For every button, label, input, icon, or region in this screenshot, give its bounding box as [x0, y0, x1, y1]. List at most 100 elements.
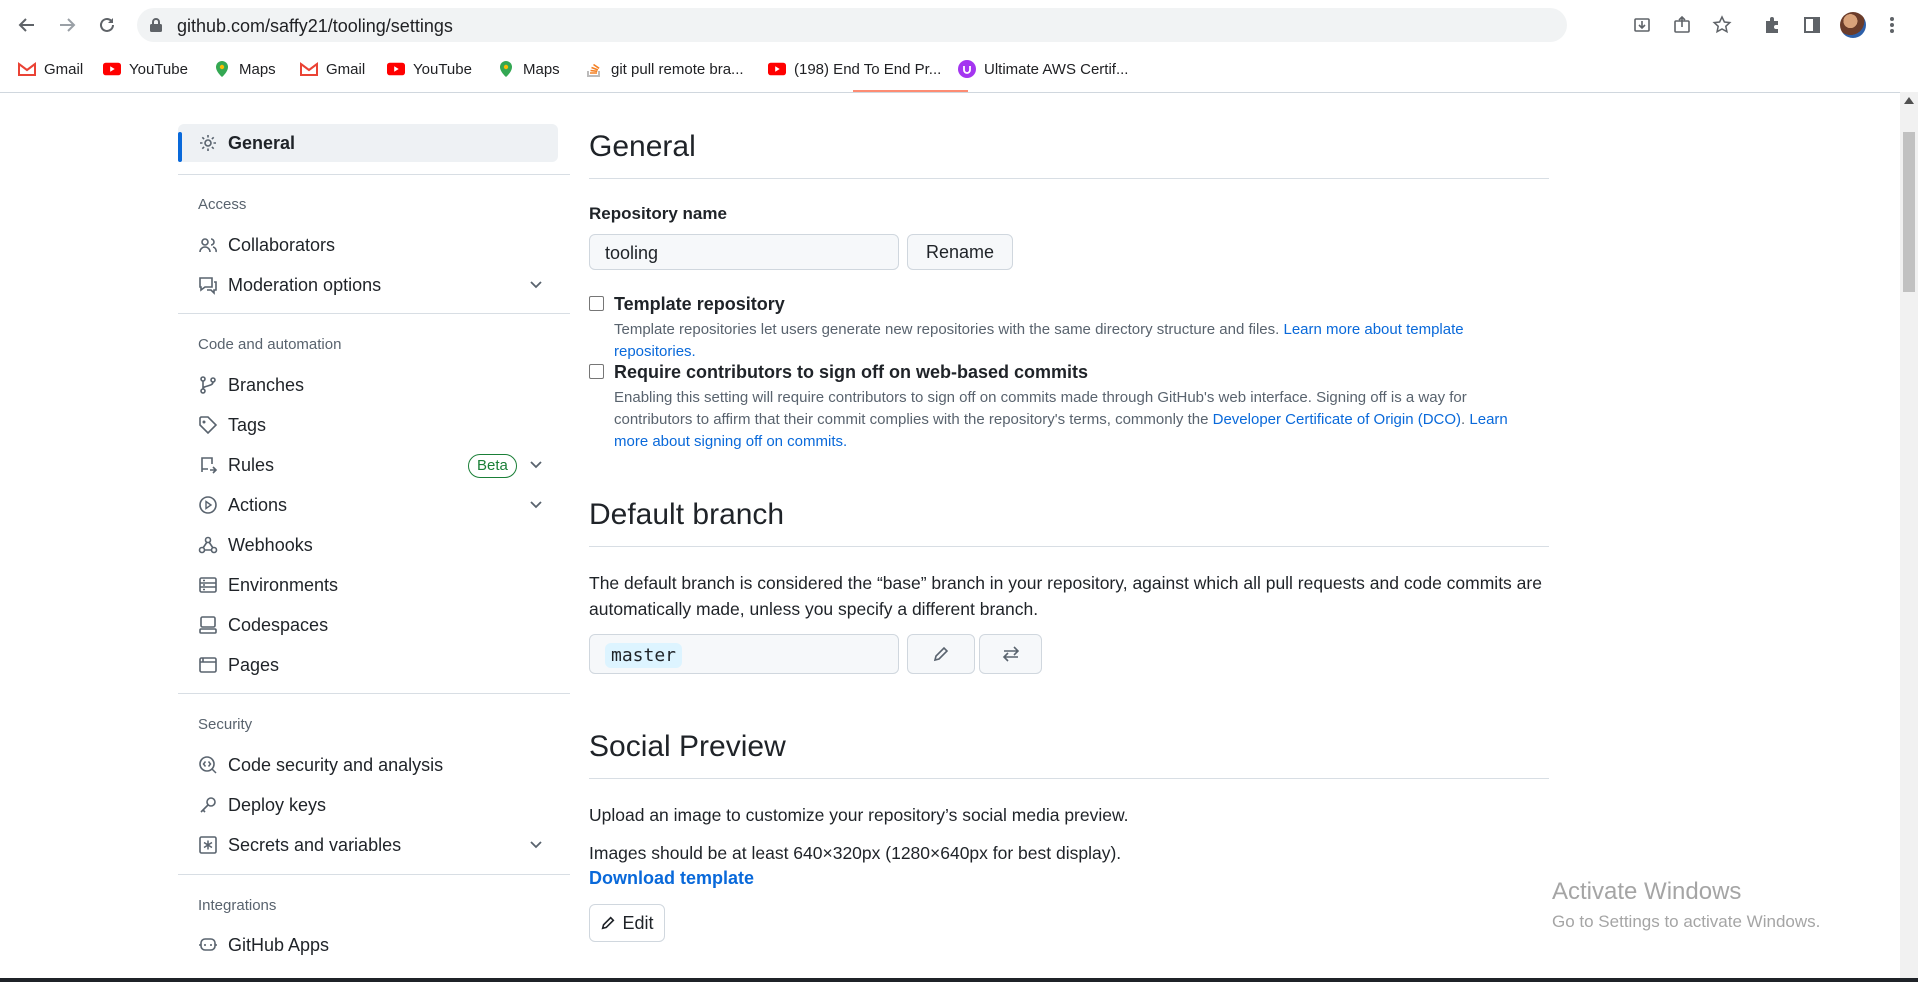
share-icon: [1674, 15, 1690, 33]
sidebar-item-collaborators[interactable]: Collaborators: [178, 226, 558, 264]
side-panel-icon: [1804, 17, 1820, 33]
pencil-icon: [602, 916, 615, 930]
browser-icon: [199, 657, 217, 673]
signoff-label: Require contributors to sign off on web-…: [614, 362, 1089, 382]
bookmark-maps-2[interactable]: Maps: [497, 58, 560, 80]
install-app-button[interactable]: [1630, 13, 1654, 37]
header-divider: [0, 92, 1900, 93]
sidebar-divider: [178, 693, 570, 694]
sidebar-item-label: Secrets and variables: [228, 835, 402, 855]
default-branch-field: master: [589, 634, 899, 674]
people-icon: [199, 238, 217, 253]
edit-branch-button[interactable]: [907, 634, 975, 674]
template-repo-checkbox[interactable]: [589, 296, 604, 311]
sidebar-item-label: Code security and analysis: [228, 755, 444, 775]
default-branch-heading: Default branch: [589, 498, 785, 531]
sidebar-item-secrets-variables[interactable]: Secrets and variables: [178, 826, 558, 864]
beta-badge: Beta: [468, 454, 517, 478]
asterisk-box-icon: [199, 836, 217, 854]
active-indicator: [178, 132, 182, 162]
bookmark-maps[interactable]: Maps: [213, 58, 276, 80]
youtube-icon: [387, 60, 405, 78]
sidebar-heading-security: Security: [198, 716, 253, 733]
section-divider: [589, 178, 1549, 179]
default-branch-description: The default branch is considered the “ba…: [589, 573, 1542, 619]
sidebar-item-github-apps[interactable]: GitHub Apps: [178, 926, 558, 964]
sidebar-item-general[interactable]: General: [178, 124, 558, 162]
sidebar-item-codespaces[interactable]: Codespaces: [178, 606, 558, 644]
chevron-down-icon: [530, 501, 542, 509]
branch-name-pill: master: [605, 643, 683, 668]
sidebar-item-moderation-options[interactable]: Moderation options: [178, 266, 558, 304]
bookmark-aws[interactable]: Ultimate AWS Certif...: [958, 58, 1128, 80]
sidebar-divider: [178, 174, 570, 175]
bookmark-git-pull[interactable]: git pull remote bra...: [585, 58, 744, 80]
scroll-up-arrow-icon[interactable]: [1904, 96, 1914, 104]
youtube-icon: [768, 60, 786, 78]
webhook-icon: [198, 536, 218, 554]
puzzle-icon: [1766, 17, 1778, 33]
page-scrollbar[interactable]: [1900, 92, 1918, 982]
bookmark-gmail[interactable]: Gmail: [18, 58, 83, 80]
comment-discussion-icon: [199, 277, 217, 295]
sidebar-item-pages[interactable]: Pages: [178, 646, 558, 684]
sidebar-item-label: Codespaces: [228, 615, 329, 635]
side-panel-button[interactable]: [1800, 13, 1824, 37]
chevron-down-icon: [530, 461, 542, 469]
back-button[interactable]: [12, 10, 42, 40]
repo-name-input[interactable]: tooling: [589, 234, 899, 270]
menu-button[interactable]: [1880, 13, 1904, 37]
gmail-icon: [18, 60, 36, 78]
play-circle-icon: [199, 496, 217, 514]
switch-branch-button[interactable]: [979, 634, 1042, 674]
sidebar-item-actions[interactable]: Actions: [178, 486, 558, 524]
maps-icon: [497, 60, 515, 78]
bookmark-youtube[interactable]: YouTube: [103, 58, 188, 80]
sidebar-item-label: Environments: [228, 575, 339, 595]
dco-link[interactable]: Developer Certificate of Origin (DCO): [1213, 411, 1461, 428]
sidebar-item-label: Moderation options: [228, 275, 382, 295]
reload-button[interactable]: [92, 10, 122, 40]
sidebar-item-branches[interactable]: Branches: [178, 366, 558, 404]
gear-icon: [200, 135, 216, 151]
address-bar[interactable]: github.com/saffy21/tooling/settings: [137, 8, 1567, 42]
maps-icon: [213, 60, 231, 78]
bookmark-end-to-end[interactable]: (198) End To End Pr...: [768, 58, 941, 80]
star-icon: [1712, 15, 1732, 34]
template-repo-label: Template repository: [614, 294, 785, 314]
sidebar-item-label: Rules: [228, 455, 275, 475]
server-icon: [199, 577, 217, 593]
sidebar-item-rules[interactable]: Rules Beta: [178, 446, 558, 484]
youtube-icon: [103, 60, 121, 78]
scrollbar-thumb[interactable]: [1903, 132, 1915, 292]
browser-toolbar: github.com/saffy21/tooling/settings: [0, 0, 1918, 50]
chevron-down-icon: [530, 841, 542, 849]
sidebar-item-label: General: [228, 133, 296, 153]
pencil-icon: [933, 646, 949, 662]
rename-button[interactable]: Rename: [907, 234, 1013, 270]
sidebar-item-environments[interactable]: Environments: [178, 566, 558, 604]
sidebar-item-code-security[interactable]: Code security and analysis: [178, 746, 558, 784]
key-icon: [200, 797, 216, 813]
sidebar-item-tags[interactable]: Tags: [178, 406, 558, 444]
activate-windows-watermark: Activate Windows Go to Settings to activ…: [1552, 878, 1820, 932]
edit-social-preview-button[interactable]: Edit: [589, 904, 665, 942]
sidebar-item-deploy-keys[interactable]: Deploy keys: [178, 786, 558, 824]
profile-avatar[interactable]: [1840, 12, 1866, 38]
extensions-button[interactable]: [1760, 13, 1784, 37]
tag-icon: [199, 416, 218, 435]
stackoverflow-icon: [585, 60, 603, 78]
bookmark-gmail-2[interactable]: Gmail: [300, 58, 365, 80]
sidebar-item-webhooks[interactable]: Webhooks: [178, 526, 558, 564]
download-template-link[interactable]: Download template: [589, 868, 754, 889]
codescan-icon: [199, 756, 217, 774]
bookmark-youtube-2[interactable]: YouTube: [387, 58, 472, 80]
download-icon: [1634, 18, 1650, 32]
bookmark-star-button[interactable]: [1710, 13, 1734, 37]
signoff-checkbox[interactable]: [589, 364, 604, 379]
sidebar-divider: [178, 874, 570, 875]
kebab-menu-icon: [1890, 17, 1894, 33]
sidebar-heading-access: Access: [198, 196, 247, 213]
forward-button[interactable]: [52, 10, 82, 40]
share-button[interactable]: [1670, 13, 1694, 37]
